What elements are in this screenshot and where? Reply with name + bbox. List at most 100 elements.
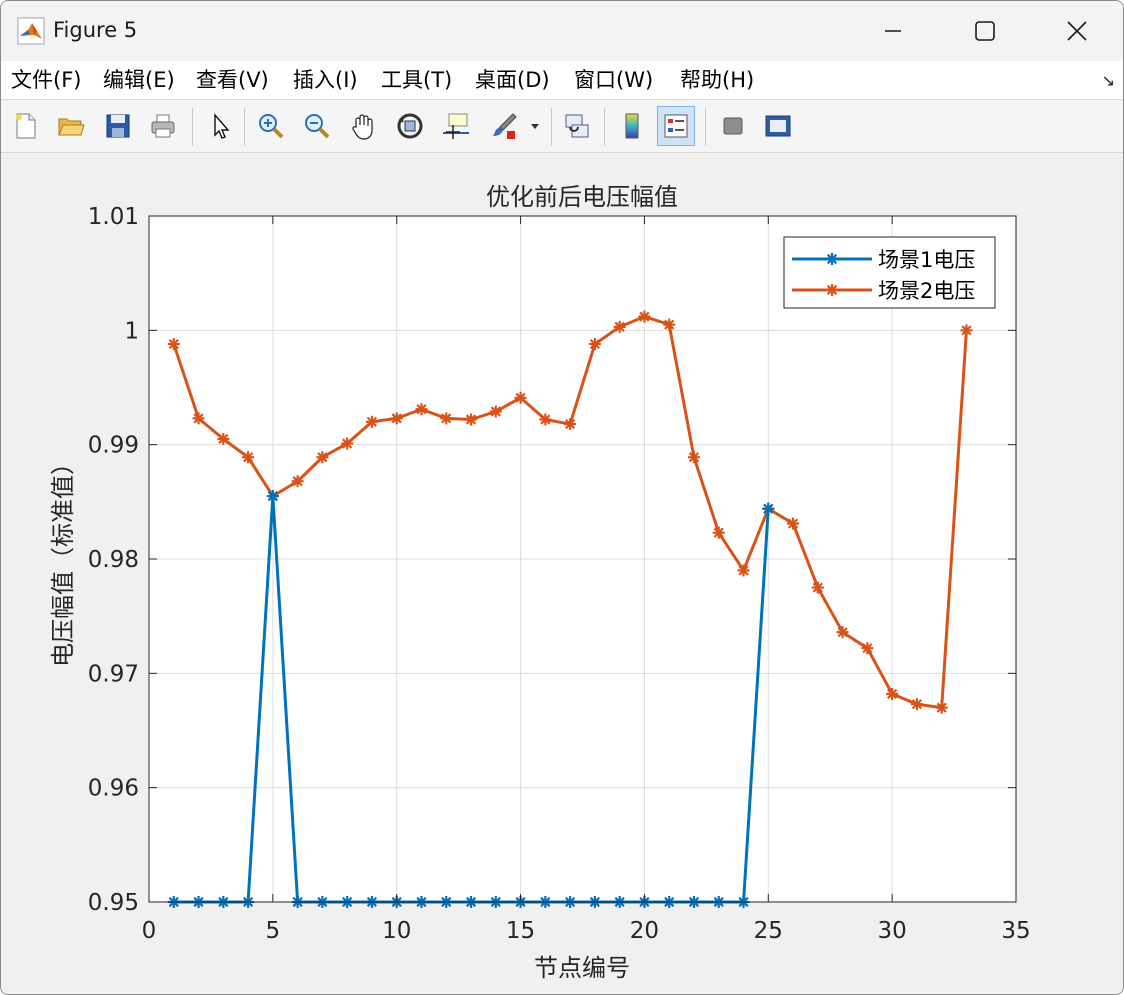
menu-window[interactable]: 窗口(W) xyxy=(574,66,653,94)
data-point-marker xyxy=(390,412,403,425)
data-point-marker xyxy=(539,413,552,426)
data-point-marker xyxy=(266,490,279,503)
x-tick-label: 10 xyxy=(382,918,411,944)
menu-bar: 文件(F) 编辑(E) 查看(V) 插入(I) 工具(T) 桌面(D) 窗口(W… xyxy=(1,61,1123,100)
rotate-3d-icon xyxy=(397,113,423,139)
figure-window: Figure 5 文件(F) 编辑(E) 查看(V) 插入(I) 工具(T) 桌… xyxy=(0,0,1124,995)
data-point-marker xyxy=(886,687,899,700)
rotate-3d-button[interactable] xyxy=(391,106,429,146)
dock-arrow-icon[interactable]: ↘ xyxy=(1102,71,1115,90)
brush-button[interactable] xyxy=(485,106,523,146)
hide-plot-tools-button[interactable] xyxy=(714,106,752,146)
data-point-marker xyxy=(787,517,800,530)
toolbar-separator xyxy=(604,108,605,146)
data-point-marker xyxy=(341,437,354,450)
x-tick-label: 35 xyxy=(1001,918,1030,944)
data-point-marker xyxy=(291,475,304,488)
data-point-marker xyxy=(861,642,874,655)
data-point-marker xyxy=(465,413,478,426)
data-point-marker xyxy=(588,338,601,351)
close-button[interactable] xyxy=(1031,1,1123,61)
new-file-icon xyxy=(16,113,36,139)
y-tick-label: 0.98 xyxy=(88,547,139,573)
open-file-button[interactable] xyxy=(52,106,90,146)
matlab-logo-icon xyxy=(17,17,45,45)
data-point-marker xyxy=(242,451,255,464)
pan-button[interactable] xyxy=(344,106,382,146)
data-point-marker xyxy=(663,318,676,331)
legend-marker-scenario1 xyxy=(826,253,838,265)
x-tick-label: 20 xyxy=(630,918,659,944)
brush-dropdown-button[interactable] xyxy=(525,106,545,146)
legend-marker-star xyxy=(826,284,838,296)
print-button[interactable] xyxy=(144,106,182,146)
y-axis-label: 电压幅值（标准值） xyxy=(49,451,77,667)
menu-tools[interactable]: 工具(T) xyxy=(381,66,452,94)
zoom-out-icon xyxy=(305,114,330,139)
y-tick-label: 0.97 xyxy=(88,661,139,687)
legend-label-scenario1: 场景1电压 xyxy=(878,248,975,272)
x-tick-label: 0 xyxy=(142,918,157,944)
show-plot-tools-button[interactable] xyxy=(759,106,797,146)
menu-edit[interactable]: 编辑(E) xyxy=(103,66,175,94)
x-tick-label: 5 xyxy=(266,918,281,944)
menu-file[interactable]: 文件(F) xyxy=(11,66,81,94)
zoom-out-button[interactable] xyxy=(298,106,336,146)
brush-icon xyxy=(493,113,517,139)
save-icon xyxy=(106,114,130,138)
close-icon xyxy=(1067,21,1087,41)
data-point-marker xyxy=(687,451,700,464)
legend-marker-scenario2 xyxy=(826,284,838,296)
print-icon xyxy=(151,114,175,138)
legend-icon xyxy=(664,114,688,138)
data-point-marker xyxy=(192,412,205,425)
data-point-marker xyxy=(910,698,923,711)
data-point-marker xyxy=(712,526,725,539)
data-point-marker xyxy=(440,412,453,425)
pan-icon xyxy=(352,114,373,140)
zoom-in-icon xyxy=(259,114,284,139)
menu-desktop[interactable]: 桌面(D) xyxy=(475,66,550,94)
show-plot-tools-icon xyxy=(765,115,791,137)
link-plot-icon xyxy=(565,114,589,138)
insert-colorbar-button[interactable] xyxy=(613,106,651,146)
legend[interactable]: 场景1电压 场景2电压 xyxy=(783,236,996,309)
minimize-icon xyxy=(885,30,901,32)
x-tick-label: 30 xyxy=(878,918,907,944)
data-point-marker xyxy=(365,415,378,428)
toolbar-separator xyxy=(244,108,245,146)
data-cursor-button[interactable] xyxy=(437,106,475,146)
toolbar-separator xyxy=(551,108,552,146)
minimize-button[interactable] xyxy=(847,1,939,61)
legend-marker-star xyxy=(826,253,838,265)
edit-plot-button[interactable] xyxy=(201,106,239,146)
data-point-marker xyxy=(217,432,230,445)
title-bar: Figure 5 xyxy=(1,1,1123,61)
toolbar-separator xyxy=(705,108,706,146)
toolbar-separator xyxy=(192,108,193,146)
x-tick-label: 25 xyxy=(754,918,783,944)
maximize-button[interactable] xyxy=(939,1,1031,61)
menu-insert[interactable]: 插入(I) xyxy=(293,66,358,94)
hide-plot-tools-icon xyxy=(723,117,743,135)
toolbar xyxy=(1,100,1123,153)
chart[interactable]: 0 5 10 15 20 25 30 350.950.960.970.980.9911.01 … xyxy=(1,153,1123,994)
insert-legend-button[interactable] xyxy=(657,106,695,146)
legend-label-scenario2: 场景2电压 xyxy=(878,279,975,303)
chart-title: 优化前后电压幅值 xyxy=(486,183,678,211)
data-point-marker xyxy=(960,324,973,337)
data-point-marker xyxy=(935,701,948,714)
y-tick-label: 0.95 xyxy=(88,890,139,916)
link-plot-button[interactable] xyxy=(558,106,596,146)
zoom-in-button[interactable] xyxy=(252,106,290,146)
new-figure-button[interactable] xyxy=(7,106,45,146)
data-point-marker xyxy=(737,564,750,577)
save-button[interactable] xyxy=(99,106,137,146)
open-folder-icon xyxy=(58,118,85,136)
menu-help[interactable]: 帮助(H) xyxy=(680,66,754,94)
menu-view[interactable]: 查看(V) xyxy=(196,66,269,94)
data-point-marker xyxy=(415,403,428,416)
data-point-marker xyxy=(167,338,180,351)
data-point-marker xyxy=(564,418,577,431)
figure-canvas: 0 5 10 15 20 25 30 35 0.95 0.96 0.97 0.98 0.99 1 1.01 … xyxy=(1,153,1123,994)
